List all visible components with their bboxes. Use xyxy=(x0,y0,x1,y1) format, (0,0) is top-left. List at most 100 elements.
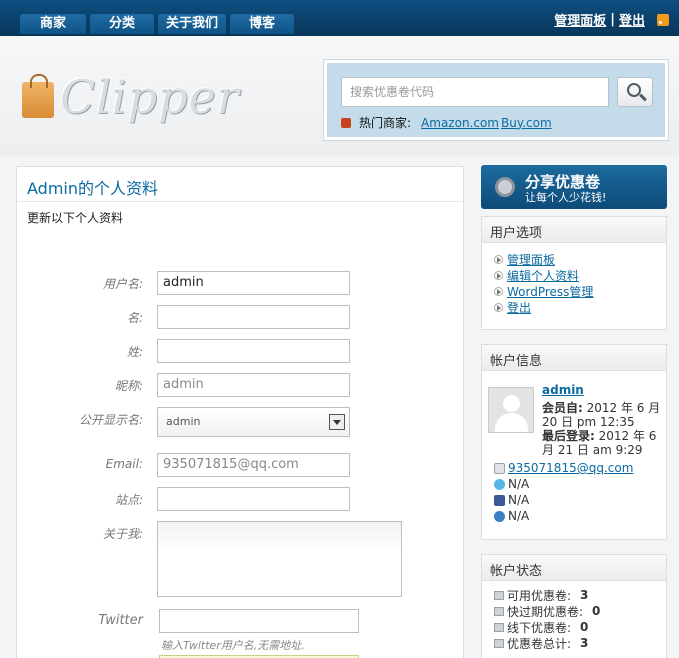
about-textarea[interactable] xyxy=(157,521,402,597)
popular-stores-label: 热门商家: xyxy=(359,116,412,130)
main-nav: 商家 分类 关于我们 博客 xyxy=(20,14,294,34)
status-offline-count: 0 xyxy=(580,620,589,634)
user-options-list: 管理面板 编辑个人资料 WordPress管理 登出 xyxy=(482,243,666,323)
display-name-label: 公开显示名: xyxy=(78,413,143,427)
coupon-expiring-icon xyxy=(494,606,504,616)
nav-tab-blog[interactable]: 博客 xyxy=(230,14,294,34)
member-since: 会员自: 2012 年 6 月 20 日 pm 12:35 xyxy=(542,401,664,429)
arrow-bullet-icon xyxy=(494,286,503,296)
twitter-field[interactable] xyxy=(159,609,359,633)
status-item-active: 可用优惠卷: 3 xyxy=(494,587,654,603)
page-subtitle: 更新以下个人资料 xyxy=(27,211,124,225)
profile-panel: Admin的个人资料 更新以下个人资料 用户名: admin 名: 姓: 昵称:… xyxy=(16,166,464,658)
account-info-title: 帐户信息 xyxy=(482,345,666,371)
form-row-twitter: Twitter 输入Twitter用户名,无需地址. xyxy=(17,609,463,652)
facebook-icon xyxy=(494,494,505,506)
magnifier-handle xyxy=(639,93,647,102)
top-nav-bar: 商家 分类 关于我们 博客 管理面板 | 登出 xyxy=(0,0,679,36)
last-name-field[interactable] xyxy=(157,339,350,363)
chevron-down-icon[interactable] xyxy=(329,414,345,430)
coupon-active-icon xyxy=(494,590,504,600)
coupon-total-icon xyxy=(494,638,504,648)
email-field[interactable]: 935071815@qq.com xyxy=(157,453,350,477)
divider xyxy=(17,201,463,202)
first-name-label: 名: xyxy=(126,311,143,325)
mail-icon xyxy=(494,462,505,474)
status-item-offline: 线下优惠卷: 0 xyxy=(494,619,654,635)
account-status-box: 帐户状态 可用优惠卷: 3 快过期优惠卷: 0 线下优惠卷: 0 优惠卷总计: 3 xyxy=(481,554,667,658)
form-row-display-name: 公开显示名: admin xyxy=(17,407,463,437)
search-input[interactable]: 搜索优惠卷代码 xyxy=(341,77,609,107)
last-login-label: 最后登录: xyxy=(542,429,595,443)
user-option-wp-admin-link[interactable]: WordPress管理 xyxy=(507,283,593,300)
coupon-offline-icon xyxy=(494,622,504,632)
account-facebook-row: N/A xyxy=(494,493,529,507)
account-name-link[interactable]: admin xyxy=(542,383,584,397)
form-row-website: 站点: xyxy=(17,487,463,511)
status-expiring-count: 0 xyxy=(592,604,601,618)
site-logo[interactable]: Clipper xyxy=(60,70,240,124)
share-coupon-subtitle: 让每个人少花钱! xyxy=(525,191,607,204)
account-email-row: 935071815@qq.com xyxy=(494,461,633,475)
status-item-expiring: 快过期优惠卷: 0 xyxy=(494,603,654,619)
arrow-bullet-icon xyxy=(494,302,503,312)
user-options-box: 用户选项 管理面板 编辑个人资料 WordPress管理 登出 xyxy=(481,216,667,330)
arrow-bullet-icon xyxy=(494,254,503,264)
nav-tab-about[interactable]: 关于我们 xyxy=(158,14,226,34)
user-option-logout-link[interactable]: 登出 xyxy=(507,299,531,316)
fire-icon xyxy=(341,117,351,128)
account-website-row: N/A xyxy=(494,509,529,523)
dashboard-link[interactable]: 管理面板 xyxy=(554,10,606,29)
display-name-select[interactable]: admin xyxy=(157,407,350,437)
nickname-label: 昵称: xyxy=(114,379,143,393)
status-active-label: 可用优惠卷: xyxy=(507,588,572,603)
first-name-field[interactable] xyxy=(157,305,350,329)
rss-icon[interactable] xyxy=(657,13,669,26)
email-label: Email: xyxy=(105,457,143,471)
account-email-link[interactable]: 935071815@qq.com xyxy=(508,461,633,475)
form-row-first-name: 名: xyxy=(17,305,463,329)
avatar[interactable] xyxy=(488,387,534,433)
user-option-edit-profile-link[interactable]: 编辑个人资料 xyxy=(507,267,579,284)
search-button[interactable] xyxy=(617,77,653,107)
nickname-field[interactable]: admin xyxy=(157,373,350,397)
account-info-box: 帐户信息 admin 会员自: 2012 年 6 月 20 日 pm 12:35… xyxy=(481,344,667,540)
shopping-bag-icon[interactable] xyxy=(22,74,54,118)
status-offline-label: 线下优惠卷: xyxy=(507,620,572,635)
nav-tab-stores[interactable]: 商家 xyxy=(20,14,86,34)
status-total-label: 优惠卷总计: xyxy=(507,636,572,651)
form-row-username: 用户名: admin xyxy=(17,271,463,295)
website-label: 站点: xyxy=(114,493,143,507)
account-facebook-value: N/A xyxy=(508,493,530,507)
avatar-body xyxy=(495,413,528,432)
twitter-hint: 输入Twitter用户名,无需地址. xyxy=(161,639,305,652)
nav-tab-categories[interactable]: 分类 xyxy=(90,14,154,34)
account-website-value: N/A xyxy=(508,509,530,523)
logout-link[interactable]: 登出 xyxy=(619,10,645,29)
arrow-bullet-icon xyxy=(494,270,503,280)
user-option-dashboard-link[interactable]: 管理面板 xyxy=(507,251,555,268)
account-twitter-value: N/A xyxy=(508,477,530,491)
status-total-count: 3 xyxy=(580,636,589,650)
popular-stores: 热门商家: Amazon.com Buy.com xyxy=(341,114,552,131)
website-field[interactable] xyxy=(157,487,350,511)
popular-store-buy-link[interactable]: Buy.com xyxy=(501,116,552,130)
share-coupon-button[interactable]: 分享优惠卷 让每个人少花钱! xyxy=(481,165,667,209)
top-right-links: 管理面板 | 登出 xyxy=(554,10,669,29)
status-active-count: 3 xyxy=(580,588,589,602)
user-option-item: 编辑个人资料 xyxy=(494,267,654,283)
status-expiring-label: 快过期优惠卷: xyxy=(507,604,584,619)
globe-icon xyxy=(494,510,505,522)
twitter-label: Twitter xyxy=(98,613,143,628)
avatar-head xyxy=(503,395,520,412)
status-item-total: 优惠卷总计: 3 xyxy=(494,635,654,651)
username-label: 用户名: xyxy=(102,277,143,291)
popular-store-amazon-link[interactable]: Amazon.com xyxy=(421,116,499,130)
form-row-last-name: 姓: xyxy=(17,339,463,363)
top-link-separator: | xyxy=(610,12,615,27)
username-field[interactable]: admin xyxy=(157,271,350,295)
search-box: 搜索优惠卷代码 热门商家: Amazon.com Buy.com xyxy=(324,60,668,140)
account-status-list: 可用优惠卷: 3 快过期优惠卷: 0 线下优惠卷: 0 优惠卷总计: 3 xyxy=(482,581,666,657)
account-twitter-row: N/A xyxy=(494,477,529,491)
last-name-label: 姓: xyxy=(126,345,143,359)
